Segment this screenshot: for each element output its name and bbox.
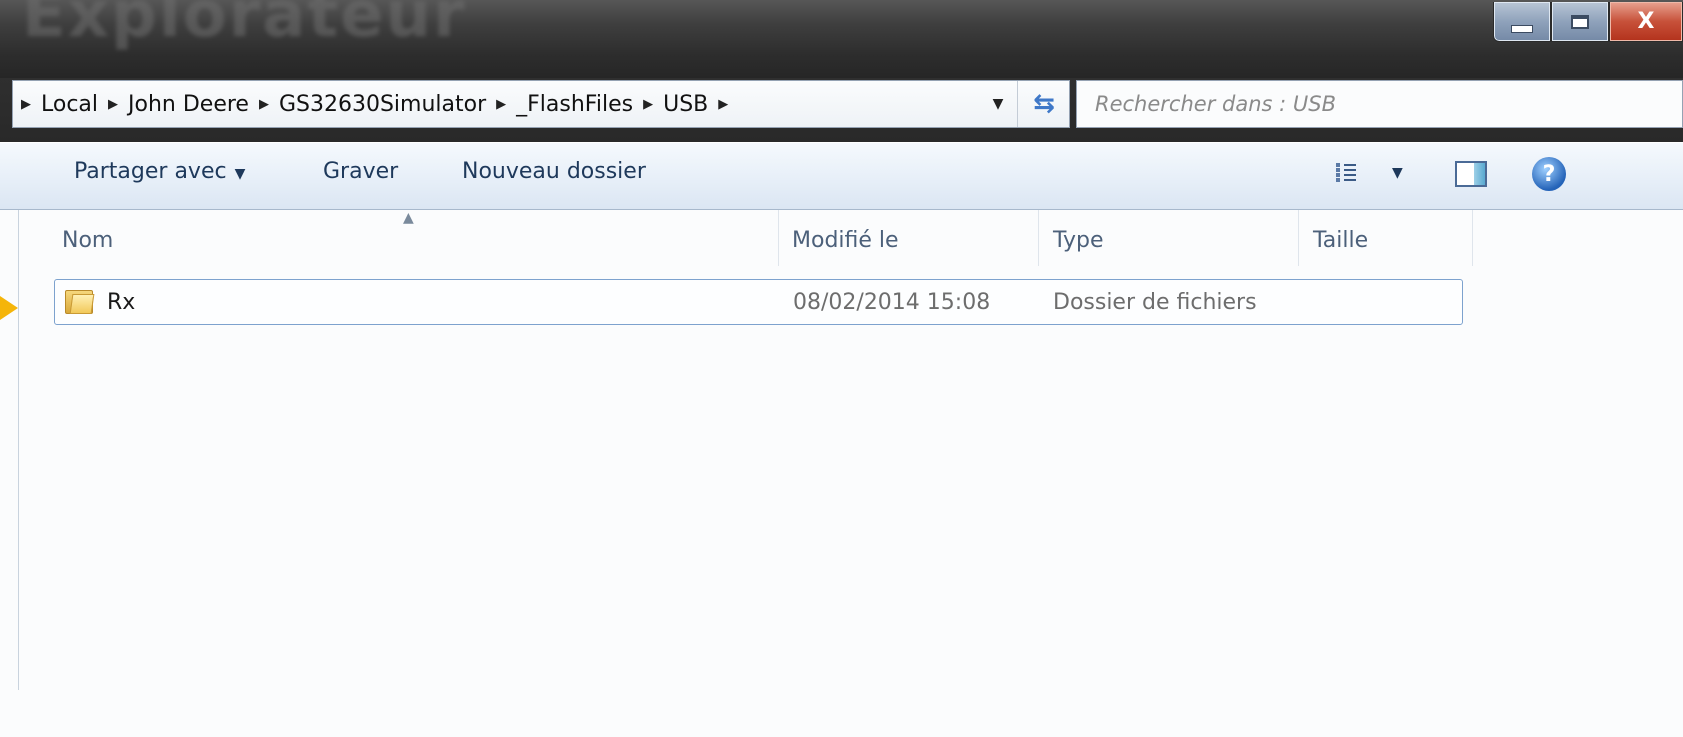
chevron-down-icon[interactable]: ▼ (1392, 165, 1403, 181)
column-header-name[interactable]: Nom (62, 228, 113, 253)
breadcrumb-item-flashfiles[interactable]: _FlashFiles (508, 92, 641, 117)
column-header-type[interactable]: Type (1053, 228, 1104, 253)
breadcrumb-separator[interactable]: ▶ (19, 97, 33, 112)
pointer-arrow-icon (0, 296, 18, 320)
file-type: Dossier de fichiers (1053, 290, 1257, 315)
breadcrumb-separator[interactable]: ▶ (716, 97, 730, 112)
search-placeholder: Rechercher dans : USB (1095, 92, 1336, 116)
list-item[interactable]: Rx 08/02/2014 15:08 Dossier de fichiers (54, 279, 1463, 325)
breadcrumb-item-local[interactable]: Local (33, 92, 106, 117)
share-with-button[interactable]: Partager avec ▼ (74, 159, 245, 184)
refresh-icon: ⇆ (1033, 89, 1055, 119)
column-header-modified[interactable]: Modifié le (792, 228, 899, 253)
address-bar[interactable]: ▶ Local ▶ John Deere ▶ GS32630Simulator … (12, 80, 1070, 128)
column-header-size[interactable]: Taille (1313, 228, 1368, 253)
chevron-down-icon[interactable]: ▼ (985, 81, 1011, 127)
sort-ascending-icon: ▲ (403, 210, 414, 226)
column-divider[interactable] (1472, 210, 1473, 266)
breadcrumb-separator[interactable]: ▶ (257, 97, 271, 112)
view-list-icon[interactable] (1336, 161, 1358, 183)
refresh-button[interactable]: ⇆ (1017, 81, 1070, 127)
window-controls: X (1493, 2, 1683, 46)
file-list: ▲ Nom Modifié le Type Taille Rx 08/02/20… (0, 210, 1683, 737)
title-bar: X (0, 0, 1683, 78)
column-divider[interactable] (1298, 210, 1299, 266)
column-divider[interactable] (1038, 210, 1039, 266)
breadcrumb-item-usb[interactable]: USB (655, 92, 716, 117)
breadcrumb-separator[interactable]: ▶ (641, 97, 655, 112)
file-modified: 08/02/2014 15:08 (793, 290, 991, 315)
minimize-icon (1511, 24, 1533, 33)
chevron-down-icon: ▼ (234, 166, 246, 182)
command-bar: Partager avec ▼ Graver Nouveau dossier ▼ … (0, 142, 1683, 210)
breadcrumb: ▶ Local ▶ John Deere ▶ GS32630Simulator … (19, 81, 730, 127)
help-icon[interactable]: ? (1532, 157, 1566, 191)
share-with-label: Partager avec (74, 159, 227, 184)
breadcrumb-separator[interactable]: ▶ (106, 97, 120, 112)
search-input[interactable]: Rechercher dans : USB (1076, 80, 1683, 128)
minimize-button[interactable] (1493, 2, 1551, 42)
pane-divider (18, 210, 19, 690)
breadcrumb-separator[interactable]: ▶ (494, 97, 508, 112)
maximize-icon (1571, 14, 1589, 29)
close-button[interactable]: X (1609, 2, 1683, 42)
address-row: ▶ Local ▶ John Deere ▶ GS32630Simulator … (0, 78, 1683, 142)
breadcrumb-item-gs32630simulator[interactable]: GS32630Simulator (271, 92, 494, 117)
preview-pane-icon[interactable] (1455, 161, 1487, 187)
burn-button[interactable]: Graver (323, 159, 398, 184)
folder-icon (65, 288, 95, 314)
title-watermark (22, 0, 467, 52)
column-header-row: ▲ Nom Modifié le Type Taille (0, 210, 1683, 266)
breadcrumb-item-john-deere[interactable]: John Deere (120, 92, 257, 117)
maximize-button[interactable] (1551, 2, 1609, 42)
file-name: Rx (107, 290, 136, 315)
new-folder-button[interactable]: Nouveau dossier (462, 159, 646, 184)
column-divider[interactable] (778, 210, 779, 266)
